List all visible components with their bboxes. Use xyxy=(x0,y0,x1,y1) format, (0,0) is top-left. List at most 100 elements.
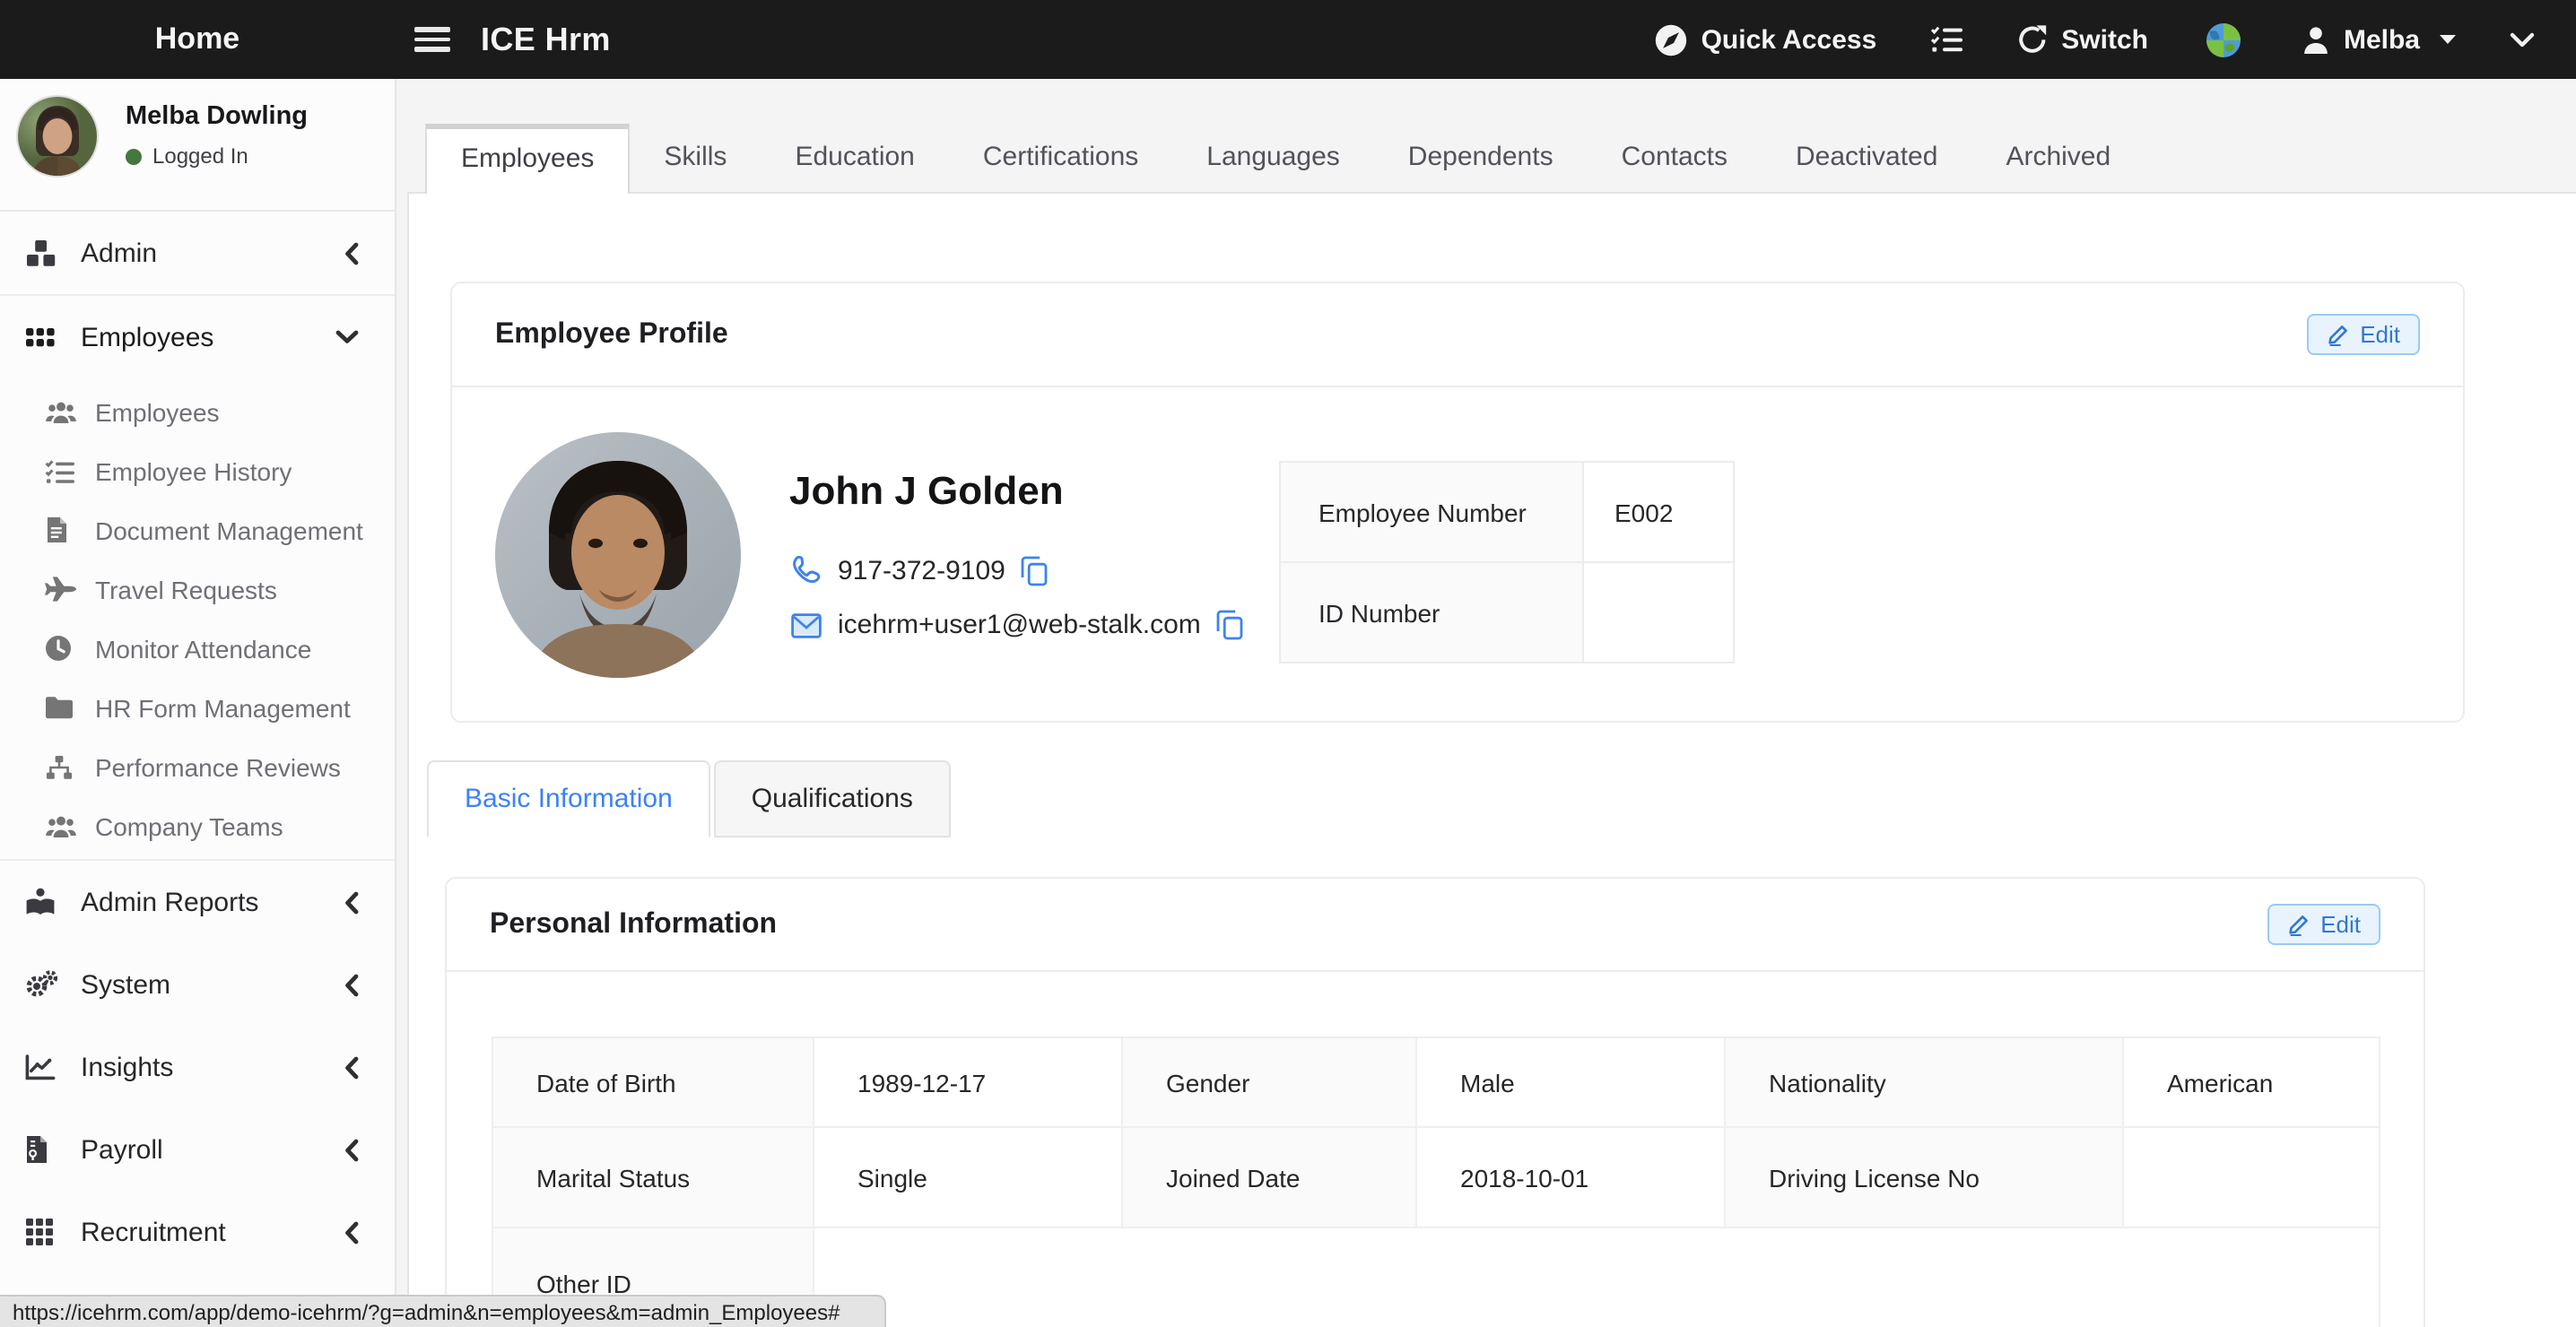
employee-phone-row: 917-372-9109 xyxy=(791,556,1049,586)
compass-icon xyxy=(1655,22,1689,56)
module-tabs: Employees Skills Education Certification… xyxy=(425,124,2145,192)
employees-submenu: Employees Employee History Document Mana… xyxy=(0,378,395,861)
edit-profile-button[interactable]: Edit xyxy=(2306,314,2420,355)
field-label: Marital Status xyxy=(493,1128,814,1228)
sidebar-group-system[interactable]: System xyxy=(0,943,395,1026)
tab-archived[interactable]: Archived xyxy=(1971,124,2145,192)
chevron-down-icon xyxy=(335,330,359,344)
sidebar-user-status: Logged In xyxy=(126,143,248,169)
users-icon xyxy=(45,399,83,424)
chevron-left-icon xyxy=(344,1138,359,1161)
switch-rotate-icon xyxy=(2016,23,2049,56)
sidebar: Melba Dowling Logged In Admin Emp xyxy=(0,79,396,1327)
sidebar-group-admin-reports[interactable]: Admin Reports xyxy=(0,861,395,943)
sidebar-item-document-management[interactable]: Document Management xyxy=(0,500,395,559)
field-label: ID Number xyxy=(1281,563,1584,662)
task-list-icon xyxy=(1930,25,1962,54)
language-globe-button[interactable] xyxy=(2206,21,2243,58)
main-content: Employees Skills Education Certification… xyxy=(395,79,2576,1327)
edit-personal-information-button[interactable]: Edit xyxy=(2267,904,2380,945)
folder-icon xyxy=(45,696,83,719)
content-panel: Employee Profile Edit xyxy=(407,192,2576,1327)
field-value: 1989-12-17 xyxy=(814,1038,1123,1128)
employee-email-row: icehrm+user1@web-stalk.com xyxy=(791,610,1244,640)
tab-qualifications[interactable]: Qualifications xyxy=(714,760,951,837)
sidebar-item-employees[interactable]: Employees xyxy=(0,382,395,441)
field-value: Single xyxy=(814,1128,1123,1228)
field-label: Nationality xyxy=(1726,1038,2124,1128)
topbar: Home ICE Hrm Quick Access Switch xyxy=(0,0,2576,79)
sidebar-nav: Admin Employees Emplo xyxy=(0,212,395,1327)
tab-employees[interactable]: Employees xyxy=(425,124,630,194)
user-avatar[interactable] xyxy=(16,95,99,178)
tab-contacts[interactable]: Contacts xyxy=(1588,124,1762,192)
copy-icon[interactable] xyxy=(1022,556,1049,586)
list-check-icon xyxy=(45,458,83,483)
sidebar-user-profile: Melba Dowling Logged In xyxy=(0,79,395,212)
employee-profile-body: John J Golden 917-372-9109 xyxy=(452,387,2463,721)
field-value: 2018-10-01 xyxy=(1417,1128,1726,1228)
employee-phone[interactable]: 917-372-9109 xyxy=(838,556,1005,586)
field-label: Joined Date xyxy=(1123,1128,1417,1228)
tab-basic-information[interactable]: Basic Information xyxy=(427,760,710,837)
employee-email[interactable]: icehrm+user1@web-stalk.com xyxy=(838,610,1201,640)
sidebar-item-travel-requests[interactable]: Travel Requests xyxy=(0,559,395,619)
field-value xyxy=(814,1228,2379,1327)
gears-icon xyxy=(25,970,65,999)
sidebar-item-hr-form-management[interactable]: HR Form Management xyxy=(0,678,395,737)
sidebar-group-admin[interactable]: Admin xyxy=(0,212,395,296)
sidebar-group-payroll[interactable]: Payroll xyxy=(0,1108,395,1191)
org-chart-icon xyxy=(45,754,83,779)
switch-button[interactable]: Switch xyxy=(2016,23,2148,56)
sidebar-item-company-teams[interactable]: Company Teams xyxy=(0,796,395,855)
cubes-icon xyxy=(25,238,65,268)
sidebar-user-name: Melba Dowling xyxy=(126,102,308,131)
tab-dependents[interactable]: Dependents xyxy=(1374,124,1588,192)
personal-information-header: Personal Information Edit xyxy=(447,879,2424,972)
clock-icon xyxy=(45,635,83,662)
quick-access-button[interactable]: Quick Access xyxy=(1655,22,1877,56)
globe-puzzle-icon xyxy=(2206,21,2243,58)
detail-tabs: Basic Information Qualifications xyxy=(427,760,951,837)
table-row: Employee Number E002 xyxy=(1281,463,1733,561)
chevron-left-icon xyxy=(344,973,359,996)
envelope-icon xyxy=(791,612,822,637)
tab-certifications[interactable]: Certifications xyxy=(949,124,1172,192)
topbar-collapse-button[interactable] xyxy=(2510,31,2535,48)
sidebar-item-performance-reviews[interactable]: Performance Reviews xyxy=(0,737,395,796)
field-value xyxy=(1584,563,1733,662)
sidebar-group-insights[interactable]: Insights xyxy=(0,1026,395,1108)
chevron-left-icon xyxy=(344,1055,359,1079)
copy-icon[interactable] xyxy=(1217,610,1244,640)
caret-down-icon xyxy=(2440,34,2456,45)
th-grid-icon xyxy=(25,1218,65,1246)
users-icon xyxy=(45,813,83,838)
employee-photo xyxy=(495,432,741,678)
sidebar-group-employees[interactable]: Employees xyxy=(0,296,395,378)
user-menu[interactable]: Melba xyxy=(2302,24,2456,55)
app-title: ICE Hrm xyxy=(481,21,611,58)
section-title: Employee Profile xyxy=(495,318,728,351)
field-label: Employee Number xyxy=(1281,463,1584,561)
pencil-icon xyxy=(2326,323,2349,346)
field-value xyxy=(2124,1128,2379,1228)
field-label: Driving License No xyxy=(1726,1128,2124,1228)
hamburger-menu-icon[interactable] xyxy=(414,27,450,52)
employee-profile-card: Employee Profile Edit xyxy=(450,282,2465,723)
tab-deactivated[interactable]: Deactivated xyxy=(1762,124,1971,192)
tasks-button[interactable] xyxy=(1930,25,1962,54)
sidebar-item-monitor-attendance[interactable]: Monitor Attendance xyxy=(0,619,395,678)
sidebar-item-employee-history[interactable]: Employee History xyxy=(0,441,395,500)
section-title: Personal Information xyxy=(490,908,777,941)
tab-languages[interactable]: Languages xyxy=(1172,124,1374,192)
phone-icon xyxy=(791,556,822,586)
sidebar-group-recruitment[interactable]: Recruitment xyxy=(0,1191,395,1273)
plane-icon xyxy=(45,576,83,603)
field-value: American xyxy=(2124,1038,2379,1128)
table-row: ID Number xyxy=(1281,561,1733,662)
employee-profile-header: Employee Profile Edit xyxy=(452,283,2463,387)
home-menu-item[interactable]: Home xyxy=(0,22,395,57)
chevron-down-icon xyxy=(2510,31,2535,48)
tab-education[interactable]: Education xyxy=(761,124,948,192)
tab-skills[interactable]: Skills xyxy=(630,124,761,192)
